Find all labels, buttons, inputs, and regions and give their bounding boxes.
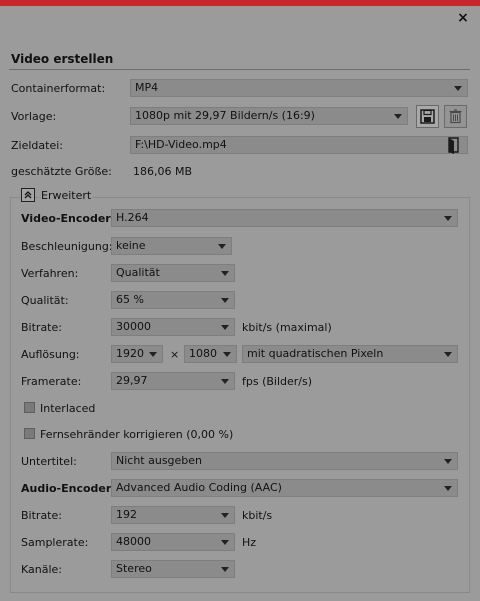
video-encoder-label: Video-Encoder: — [21, 212, 116, 225]
framerate-label: Framerate: — [21, 375, 82, 388]
folder-icon — [448, 137, 459, 154]
pixel-aspect-dropdown[interactable]: mit quadratischen Pixeln — [242, 345, 458, 363]
trash-icon — [449, 109, 462, 124]
chevron-down-icon — [221, 513, 229, 518]
samplerate-value: 48000 — [116, 535, 151, 548]
title-divider — [9, 69, 470, 70]
quality-dropdown[interactable]: 65 % — [111, 291, 235, 309]
chevron-down-icon — [444, 352, 452, 357]
container-format-label: Containerformat: — [11, 82, 106, 95]
chevron-down-icon — [221, 540, 229, 545]
save-preset-button[interactable] — [416, 105, 439, 128]
chevron-down-icon — [221, 325, 229, 330]
chevron-down-icon — [444, 486, 452, 491]
resolution-label: Auflösung: — [21, 348, 80, 361]
collapse-up-icon — [24, 191, 32, 199]
chevron-down-icon — [221, 567, 229, 572]
channels-label: Kanäle: — [21, 563, 63, 576]
pixel-aspect-value: mit quadratischen Pixeln — [247, 347, 384, 360]
acceleration-value: keine — [116, 239, 146, 252]
audio-bitrate-label: Bitrate: — [21, 509, 62, 522]
video-bitrate-label: Bitrate: — [21, 321, 62, 334]
target-file-input[interactable]: F:\HD-Video.mp4 — [130, 136, 468, 154]
channels-value: Stereo — [116, 562, 152, 575]
resolution-height-dropdown[interactable]: 1080 — [184, 345, 237, 363]
chevron-down-icon — [394, 114, 402, 119]
framerate-value: 29,97 — [116, 374, 148, 387]
acceleration-label: Beschleunigung: — [21, 240, 113, 253]
tv-border-label: Fernsehränder korrigieren (0,00 %) — [40, 428, 234, 441]
resolution-height-value: 1080 — [189, 347, 217, 360]
video-encoder-dropdown[interactable]: H.264 — [111, 209, 458, 227]
resolution-width-value: 1920 — [116, 347, 144, 360]
video-bitrate-value: 30000 — [116, 320, 151, 333]
samplerate-unit: Hz — [242, 536, 257, 549]
framerate-unit: fps (Bilder/s) — [242, 375, 313, 388]
preset-label: Vorlage: — [11, 110, 57, 123]
method-dropdown[interactable]: Qualität — [111, 264, 235, 282]
floppy-disk-icon — [420, 109, 435, 124]
samplerate-label: Samplerate: — [21, 536, 89, 549]
audio-bitrate-value: 192 — [116, 508, 137, 521]
chevron-down-icon — [454, 86, 462, 91]
section-title: Video erstellen — [11, 52, 114, 66]
subtitle-dropdown[interactable]: Nicht ausgeben — [111, 452, 458, 470]
channels-dropdown[interactable]: Stereo — [111, 560, 235, 578]
interlaced-checkbox[interactable] — [24, 402, 35, 413]
audio-encoder-value: Advanced Audio Coding (AAC) — [116, 481, 282, 494]
estimated-size-value: 186,06 MB — [133, 165, 193, 178]
delete-preset-button[interactable] — [444, 105, 467, 128]
advanced-toggle-button[interactable] — [21, 188, 35, 202]
samplerate-dropdown[interactable]: 48000 — [111, 533, 235, 551]
audio-bitrate-unit: kbit/s — [242, 509, 273, 522]
subtitle-label: Untertitel: — [21, 455, 77, 468]
method-label: Verfahren: — [21, 267, 79, 280]
preset-value: 1080p mit 29,97 Bildern/s (16:9) — [135, 109, 315, 122]
browse-target-button[interactable] — [445, 136, 463, 154]
close-icon[interactable]: × — [455, 9, 471, 27]
audio-encoder-label: Audio-Encoder: — [21, 482, 116, 495]
framerate-dropdown[interactable]: 29,97 — [111, 372, 235, 390]
chevron-down-icon — [221, 271, 229, 276]
preset-dropdown[interactable]: 1080p mit 29,97 Bildern/s (16:9) — [130, 107, 408, 125]
video-encoder-value: H.264 — [116, 211, 149, 224]
audio-encoder-dropdown[interactable]: Advanced Audio Coding (AAC) — [111, 479, 458, 497]
quality-value: 65 % — [116, 293, 144, 306]
estimated-size-label: geschätzte Größe: — [11, 165, 112, 178]
window-accent-bar — [0, 0, 480, 6]
audio-bitrate-dropdown[interactable]: 192 — [111, 506, 235, 524]
video-bitrate-unit: kbit/s (maximal) — [242, 321, 332, 334]
chevron-down-icon — [444, 459, 452, 464]
resolution-times-sign: × — [170, 348, 180, 361]
chevron-down-icon — [149, 352, 157, 357]
tv-border-checkbox[interactable] — [24, 428, 35, 439]
chevron-down-icon — [218, 244, 226, 249]
video-bitrate-dropdown[interactable]: 30000 — [111, 318, 235, 336]
subtitle-value: Nicht ausgeben — [116, 454, 203, 467]
method-value: Qualität — [116, 266, 160, 279]
acceleration-dropdown[interactable]: keine — [111, 237, 232, 255]
container-format-value: MP4 — [135, 81, 159, 94]
target-file-label: Zieldatei: — [11, 139, 63, 152]
resolution-width-dropdown[interactable]: 1920 — [111, 345, 163, 363]
target-file-value: F:\HD-Video.mp4 — [135, 138, 227, 151]
advanced-label: Erweitert — [39, 189, 94, 202]
chevron-down-icon — [223, 352, 231, 357]
container-format-dropdown[interactable]: MP4 — [130, 79, 468, 97]
interlaced-label: Interlaced — [40, 402, 96, 415]
quality-label: Qualität: — [21, 294, 69, 307]
chevron-down-icon — [221, 298, 229, 303]
chevron-down-icon — [444, 216, 452, 221]
chevron-down-icon — [221, 379, 229, 384]
advanced-group — [10, 197, 470, 593]
